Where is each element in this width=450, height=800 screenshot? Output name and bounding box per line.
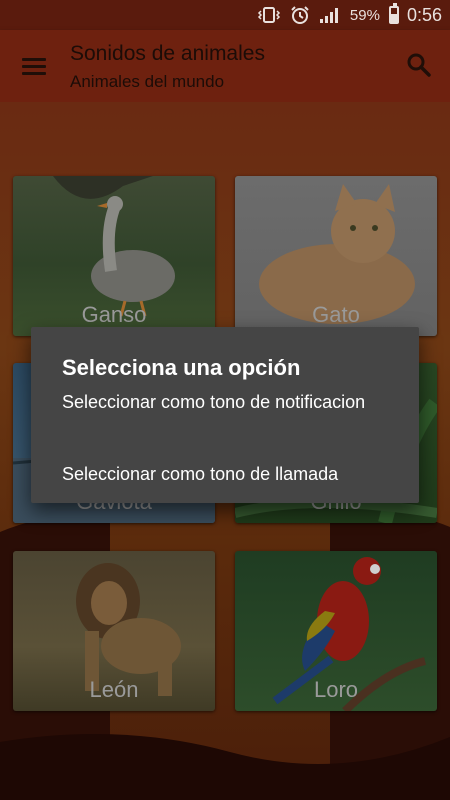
dialog-title: Selecciona una opción [62,355,301,380]
app-bar: Sonidos de animales Animales del mundo [0,30,450,102]
animal-card-gato[interactable]: Gato [235,176,437,336]
status-time: 0:56 [406,4,442,25]
card-label: León [89,677,139,702]
app-title: Sonidos de animales [70,42,265,65]
signal-icon [319,6,341,24]
app-subtitle: Animales del mundo [70,72,225,91]
battery-icon [388,3,399,24]
animal-card-leon[interactable]: León [13,551,215,711]
menu-icon[interactable] [22,58,46,76]
notification-tone-option[interactable]: Seleccionar como tono de notificacion [62,391,402,414]
animal-card-ganso[interactable]: Ganso [13,176,215,336]
status-bar: 59% 0:56 [0,0,450,30]
alarm-icon [290,5,310,25]
card-label: Ganso [81,302,147,327]
ringtone-option[interactable]: Seleccionar como tono de llamada [62,463,402,486]
card-label: Gato [312,302,360,327]
option-dialog: Selecciona una opción Seleccionar como t… [31,327,419,503]
battery-percent: 59% [349,6,380,24]
animal-card-loro[interactable]: Loro [235,551,437,711]
search-icon[interactable] [406,52,432,78]
vibrate-icon [257,7,281,23]
card-label: Loro [313,677,359,702]
